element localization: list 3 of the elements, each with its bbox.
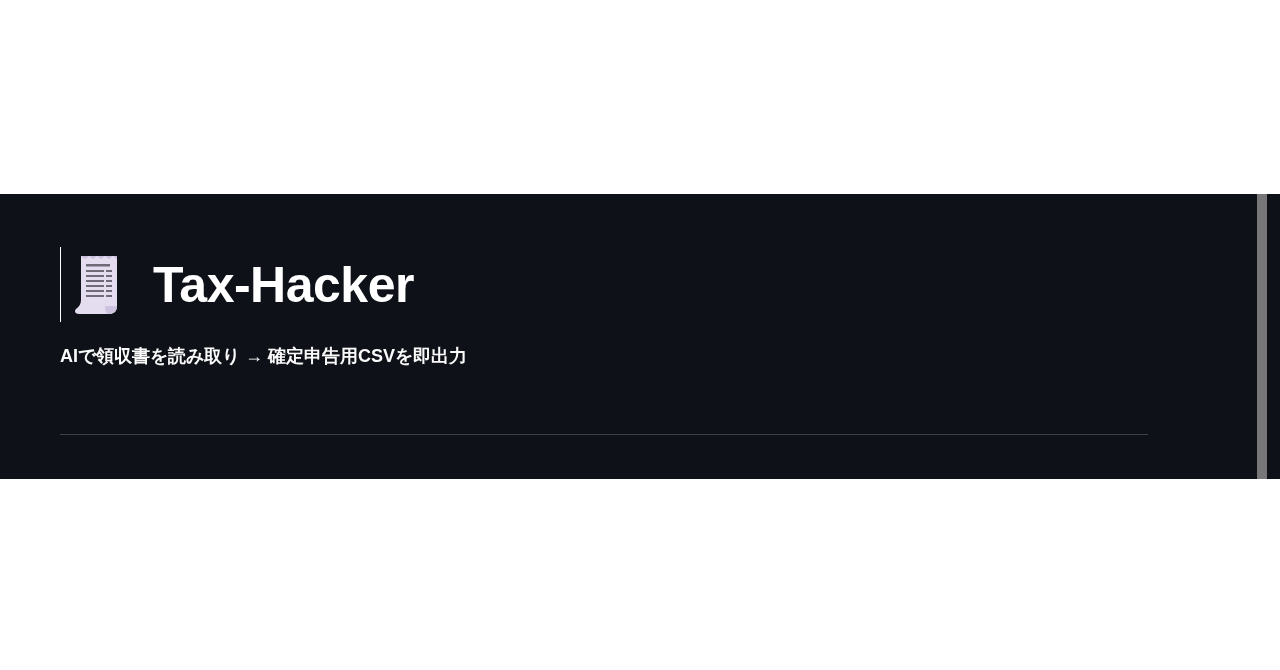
scrollbar-thumb[interactable]	[1257, 194, 1267, 479]
app-title: Tax-Hacker	[153, 259, 414, 310]
app-subtitle: AIで領収書を読み取り → 確定申告用CSVを即出力	[60, 345, 467, 368]
